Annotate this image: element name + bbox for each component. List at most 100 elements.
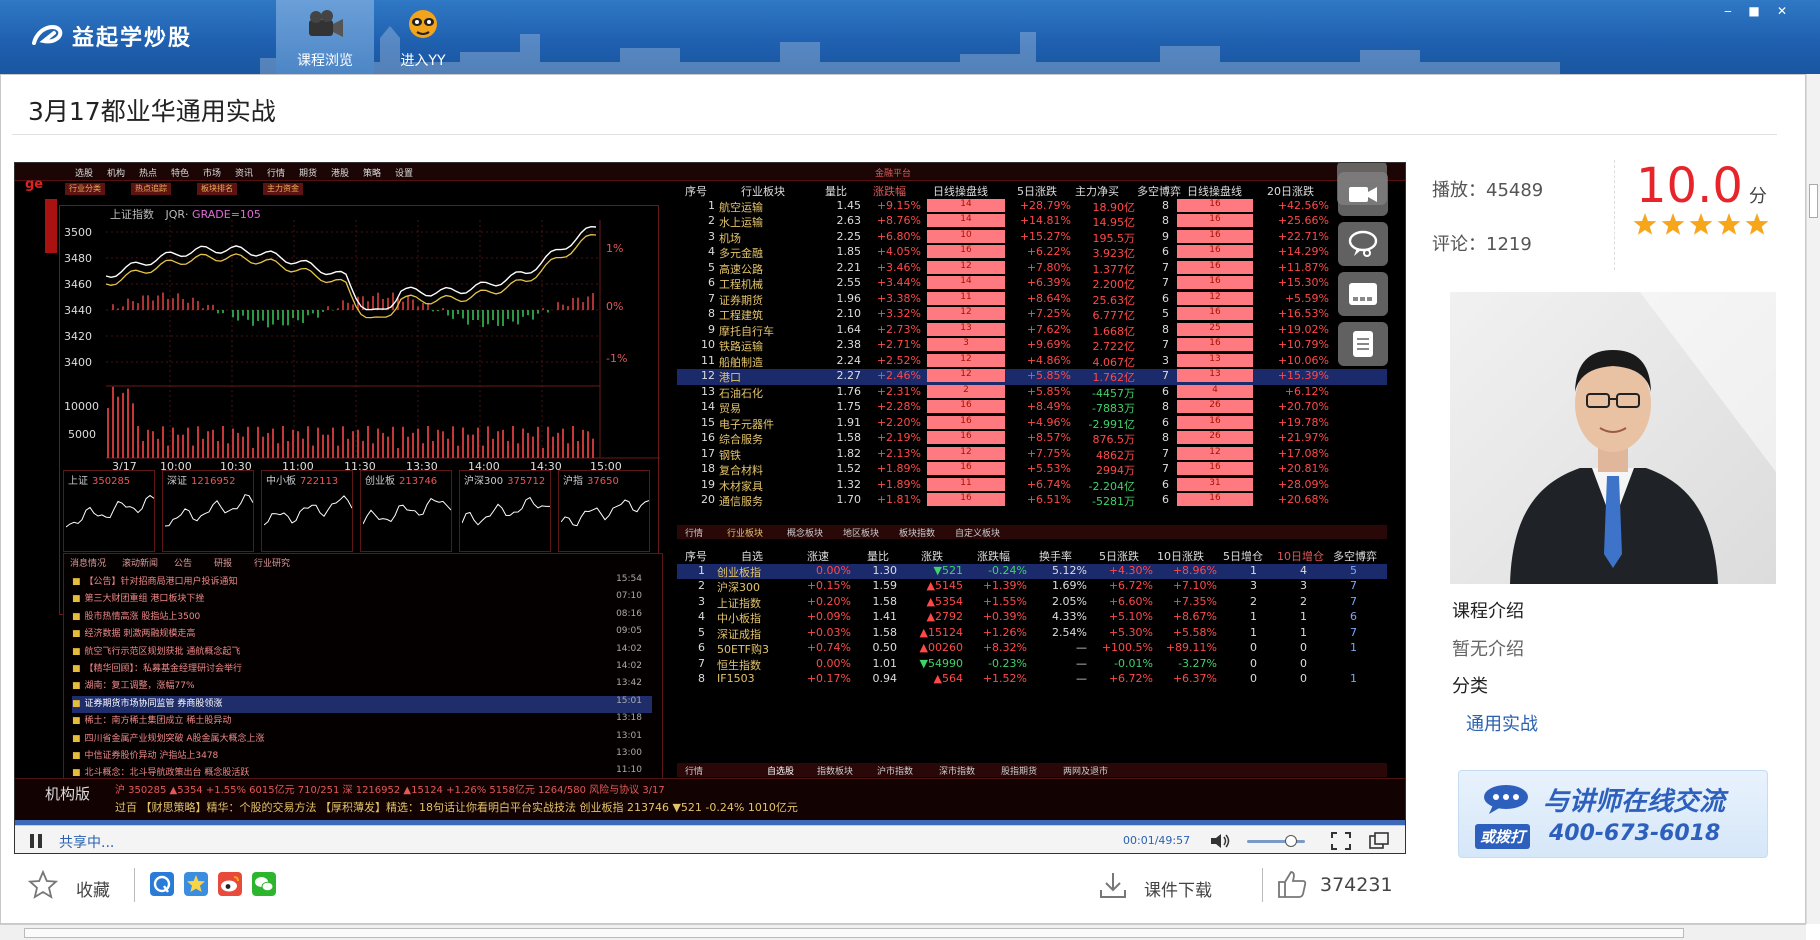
column-header: 5日增仓: [1223, 550, 1263, 563]
table-cell: 2.05%: [1052, 594, 1087, 608]
volume-icon[interactable]: [1209, 832, 1231, 850]
table-cell: 6: [1162, 291, 1169, 305]
download-icon[interactable]: [1098, 870, 1128, 900]
vertical-scrollbar-thumb[interactable]: [1809, 184, 1818, 218]
table-cell: 5: [1162, 307, 1169, 320]
table-cell: 16: [1177, 415, 1253, 429]
title-divider: [12, 134, 1777, 135]
table-cell: +10.06%: [1277, 353, 1329, 367]
volume-slider-knob[interactable]: [1285, 835, 1297, 847]
price-tick: 3460: [64, 278, 92, 291]
app-logo[interactable]: 益起学炒股: [30, 20, 192, 52]
table-row: 8 工程建筑 2.10 +3.32% 12 +7.25% 6.777亿 5 16 +16.53%: [677, 307, 1387, 323]
thumbs-up-icon[interactable]: [1276, 868, 1308, 900]
news-item: ■ 经济数据 刺激两融规模走高 09:05: [72, 626, 652, 643]
table-cell: 0.00%: [816, 656, 851, 670]
maximize-button[interactable]: ■: [1744, 4, 1764, 18]
table-row: 3 上证指数 +0.20% 1.58 ▲5354 +1.55% 2.05% +6.60% +7.…: [677, 595, 1387, 611]
table-cell: 1.82: [836, 446, 862, 460]
terminal-menu-item: 资讯: [235, 169, 254, 179]
horizontal-scrollbar[interactable]: [0, 924, 1806, 940]
video-player[interactable]: ge 选股 机构 热点 特色 市场 资讯 行情 期货 港股 策略 设置 金融平台…: [14, 162, 1406, 854]
news-flag-icon: ■: [72, 681, 81, 692]
tab-enter-yy[interactable]: 进入YY: [374, 0, 472, 74]
table-row: 4 中小板指 +0.09% 1.41 ▲2792 +0.39% 4.33% +5.10% +8.…: [677, 610, 1387, 626]
table-cell: +2.71%: [876, 338, 921, 351]
subtitle-button[interactable]: [1338, 272, 1388, 316]
table-cell: 铁路运输: [719, 340, 763, 353]
table-cell: +7.62%: [1026, 322, 1071, 336]
table-cell: +8.64%: [1026, 291, 1071, 305]
table-row: 5 深证成指 +0.03% 1.58 ▲15124 +1.26% 2.54% +5.30% +5…: [677, 626, 1387, 642]
table-row: 7 证券期货 1.96 +3.38% 11 +8.64% 25.63亿 6 12 +5.59%: [677, 291, 1387, 308]
favorite-button[interactable]: 收藏: [76, 876, 110, 901]
column-header: 主力净买: [1075, 185, 1119, 198]
terminal-menu-item: 热点: [139, 169, 158, 179]
terminal-menu-item: 期货: [299, 169, 318, 179]
table-cell: 8: [1162, 431, 1169, 444]
table-cell: 2: [1300, 594, 1307, 608]
table-cell: 1.85: [836, 245, 862, 258]
table-cell: 1.762亿: [1092, 371, 1136, 384]
fullscreen-icon[interactable]: [1331, 832, 1351, 850]
terminal-menu-item: 港股: [331, 169, 350, 179]
table-cell: +6.72%: [1108, 672, 1153, 685]
popout-icon[interactable]: [1369, 832, 1389, 850]
table-cell: 多元金融: [719, 247, 763, 260]
news-tab: 滚动新闻: [122, 559, 159, 569]
news-item: ■ 证券期货市场协同监管 券商股领涨 15:01: [72, 695, 652, 713]
mini-chart-line: [363, 497, 451, 525]
table-cell: +28.79%: [1019, 198, 1071, 212]
teacher-photo: [1450, 292, 1776, 584]
table-cell: ▼521: [933, 563, 963, 577]
contact-phone[interactable]: 400-673-6018: [1549, 821, 1720, 846]
news-flag-icon: ■: [72, 698, 81, 709]
courseware-download-button[interactable]: 课件下载: [1144, 876, 1212, 901]
contact-teacher-card[interactable]: 与讲师在线交流 或拨打 400-673-6018: [1458, 770, 1768, 858]
table-cell: 1.45: [836, 198, 862, 212]
mini-chart-path: [165, 494, 253, 527]
vertical-scrollbar[interactable]: [1806, 74, 1820, 924]
table-cell: 7: [1162, 446, 1169, 460]
table-cell: +5.10%: [1108, 610, 1153, 623]
column-header: 20日涨跌: [1267, 185, 1314, 198]
tab-course-browse[interactable]: 课程浏览: [276, 0, 374, 74]
news-flag-icon: ■: [72, 733, 81, 744]
mini-chart-value: 37650: [587, 476, 619, 487]
video-camera-icon: [1349, 187, 1377, 202]
star-outline-icon[interactable]: [28, 870, 58, 900]
news-time: 11:10: [616, 765, 642, 776]
table-cell: 3.923亿: [1092, 247, 1136, 260]
price-tick: 3500: [64, 226, 92, 239]
table-cell: +3.46%: [876, 260, 921, 274]
terminal-menu-item: 设置: [395, 169, 414, 179]
share-weibo-icon[interactable]: [218, 872, 242, 896]
table-cell: 1.75: [836, 400, 862, 413]
mini-chart-path: [66, 494, 154, 528]
camera-button[interactable]: [1338, 172, 1388, 216]
share-qzone-icon[interactable]: [150, 872, 174, 896]
table-cell: +10.79%: [1277, 338, 1329, 351]
table-cell: 14: [927, 214, 1005, 227]
horizontal-scrollbar-thumb[interactable]: [24, 928, 1684, 938]
news-flag-icon: ■: [72, 664, 81, 674]
mini-index-chart: 上证 350285: [63, 470, 155, 552]
pause-icon[interactable]: [27, 832, 45, 850]
mini-chart-line: [66, 494, 154, 528]
discussion-button[interactable]: [1338, 222, 1388, 266]
terminal-menu-item: 机构: [107, 169, 126, 179]
close-button[interactable]: ✕: [1772, 4, 1792, 18]
table-cell: +14.81%: [1019, 214, 1071, 227]
table-cell: 2.63: [836, 214, 862, 227]
share-qq-icon[interactable]: [184, 872, 208, 896]
table-cell: +0.20%: [806, 594, 851, 608]
category-link[interactable]: 通用实战: [1466, 710, 1538, 736]
minimize-button[interactable]: ‒: [1718, 4, 1738, 18]
table-cell: +7.25%: [1026, 307, 1071, 320]
share-wechat-icon[interactable]: [252, 872, 276, 896]
document-button[interactable]: [1338, 322, 1388, 366]
table-cell: +6.37%: [1172, 672, 1217, 685]
table-row: 2 水上运输 2.63 +8.76% 14 +14.81% 14.95亿 8 16 +25.66%: [677, 214, 1387, 230]
table-cell: 证券期货: [719, 293, 763, 307]
table-row: 1 航空运输 1.45 +9.15% 14 +28.79% 18.90亿 8 16 +42.56%: [677, 198, 1387, 215]
